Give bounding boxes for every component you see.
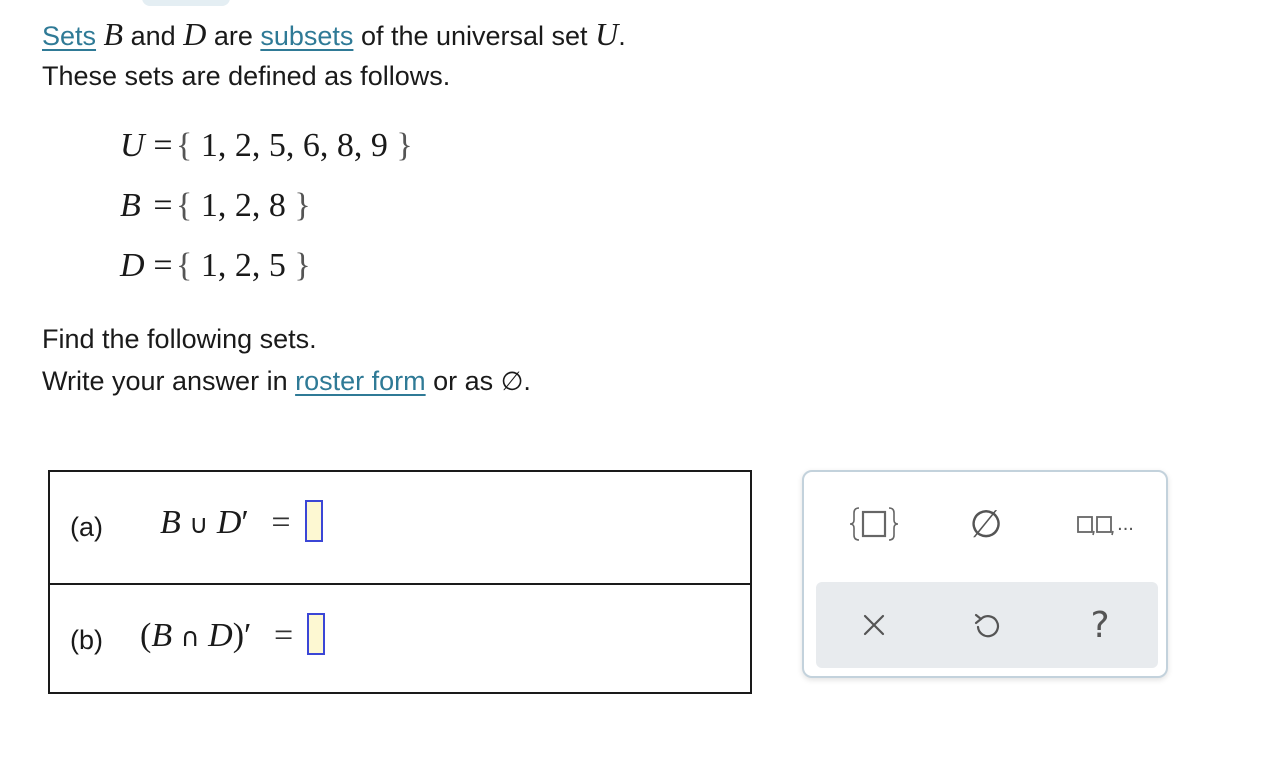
union-operator: ∪ [189,510,209,540]
answer-b-input[interactable] [307,613,326,656]
roster-form-link[interactable]: roster form [295,366,426,396]
set-braces-button[interactable] [834,496,914,552]
complement-prime: ′ [241,504,249,541]
undo-button[interactable] [947,596,1027,654]
instructions-period: . [523,366,531,396]
subsets-link[interactable]: subsets [260,21,353,51]
equals-sign: = [153,127,173,164]
are-text: are [213,21,253,51]
equals-sign: = [153,187,173,224]
help-icon: ? [1090,604,1110,646]
instructions-line-1: Find the following sets. [42,324,317,354]
close-icon [863,614,885,636]
list-icon [1077,516,1114,536]
instructions-prefix: Write your answer in [42,366,288,396]
instructions-suffix: or as [433,366,494,396]
operand-b: B [151,617,173,654]
operand-d: D [216,504,242,541]
definition-u: U ={ 1, 2, 5, 6, 8, 9 } [120,124,413,184]
empty-set-icon: ∅ [969,502,1003,546]
definition-elements: 1, 2, 5, 6, 8, 9 [200,127,388,164]
question-b-row: (b) (B ∩ D)′ = [50,583,750,694]
and-text: and [130,21,176,51]
empty-set-button[interactable]: ∅ [946,496,1026,552]
instructions-line-2: Write your answer in roster form or as ∅… [42,360,531,403]
close-brace: } [294,247,311,284]
var-d: D [183,16,207,52]
question-a-row: (a) B ∪ D′ = [50,472,750,583]
ellipsis: ... [1117,512,1134,535]
definition-d: D ={ 1, 2, 5 } [120,244,413,304]
sets-link[interactable]: Sets [42,21,96,51]
equals-sign: = [153,247,173,284]
problem-intro: Sets B and D are subsets of the universa… [42,14,626,96]
math-palette: ∅ ... ? [802,470,1168,678]
close-brace: } [396,127,413,164]
definition-elements: 1, 2, 8 [200,187,286,224]
intro-line-2: These sets are defined as follows. [42,61,451,91]
question-b-expression: (B ∩ D)′ = [140,613,326,659]
open-paren: ( [140,617,152,654]
intersection-operator: ∩ [180,623,200,653]
question-a-expression: B ∪ D′ = [160,500,323,546]
list-button[interactable]: ... [1060,496,1150,552]
var-b: B [103,16,124,52]
palette-actions: ? [816,582,1158,668]
var-u: U [595,16,619,52]
intro-line-1: Sets B and D are subsets of the universa… [42,14,626,56]
definition-name: D [120,247,145,284]
definition-name: U [120,127,145,164]
open-brace: { [176,187,193,224]
definition-elements: 1, 2, 5 [200,247,286,284]
intro-period: . [618,21,626,51]
clear-button[interactable] [834,596,914,654]
close-paren: ) [232,617,245,654]
equals-sign: = [271,504,291,541]
close-brace: } [294,187,311,224]
top-tab-indicator [142,0,230,6]
answer-table: (a) B ∪ D′ = (b) (B ∩ D)′ = [48,470,752,694]
operand-b: B [160,504,181,541]
undo-icon [974,613,1000,638]
definition-b: B ={ 1, 2, 8 } [120,184,413,244]
answer-a-input[interactable] [304,500,323,543]
definition-name: B [120,187,141,224]
set-definitions: U ={ 1, 2, 5, 6, 8, 9 } B ={ 1, 2, 8 } D ={… [120,124,413,304]
complement-prime: ′ [244,617,252,654]
set-braces-icon [849,507,899,541]
operand-d: D [208,617,233,654]
open-brace: { [176,127,193,164]
instructions: Find the following sets. Write your answ… [42,318,531,403]
help-button[interactable]: ? [1060,596,1140,654]
empty-set-symbol: ∅ [500,367,524,397]
of-text: of the universal set [360,21,588,51]
part-label: (b) [70,625,103,655]
equals-sign: = [273,617,294,654]
open-brace: { [176,247,193,284]
part-label: (a) [70,512,103,542]
